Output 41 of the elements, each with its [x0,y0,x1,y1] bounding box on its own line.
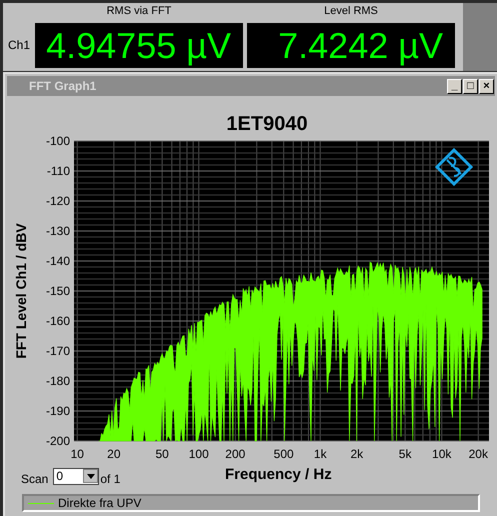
x-tick-label: 100 [188,447,209,461]
window-control-button[interactable]: _ [447,78,462,94]
x-axis-label: Frequency / Hz [225,465,332,485]
y-tick-label: -180 [46,374,70,388]
x-tick-label: 1k [314,447,327,461]
window-control-button[interactable]: □ [463,78,478,94]
y-tick-label: -200 [46,434,70,448]
scan-dropdown[interactable]: 0 [53,468,100,484]
legend-text: Direkte fra UPV [58,495,142,512]
reading-label: RMS via FFT [106,4,172,18]
x-tick-label: 50 [156,447,169,461]
scan-count: of 1 [100,471,120,488]
y-tick-label: -120 [46,194,70,208]
x-tick-label: 5k [398,447,412,461]
reading-display: 7.4242 µV [247,23,455,68]
x-tick-label: 10 [70,447,84,461]
window-title: FFT Graph1 [28,78,96,95]
chart-title: 1ET9040 [226,113,308,135]
y-tick-label: -160 [46,314,70,328]
x-tick-label: 200 [225,447,246,461]
reading-label: Level RMS [324,4,378,18]
y-tick-label: -150 [46,284,70,298]
channel-label: Ch1 [6,37,31,54]
y-tick-label: -130 [46,224,70,238]
reading-display: 4.94755 µV [35,23,243,68]
window-control-button[interactable]: × [479,78,494,94]
diamond-logo-icon [434,148,474,186]
side-panel [463,3,497,71]
x-tick-label: 10k [432,447,452,461]
x-tick-label: 500 [274,447,294,461]
y-axis-label: FFT Level Ch1 / dBV [13,223,29,359]
y-tick-label: -190 [46,404,70,418]
y-tick-label: -110 [46,164,70,178]
y-tick-label: -100 [46,134,70,148]
x-tick-label: 20k [468,447,488,461]
legend-line [28,502,54,504]
y-tick-label: -170 [46,344,70,358]
y-tick-label: -140 [46,254,70,268]
x-tick-label: 2k [350,447,364,461]
x-tick-label: 20 [107,447,121,461]
scan-label: Scan [21,471,48,488]
